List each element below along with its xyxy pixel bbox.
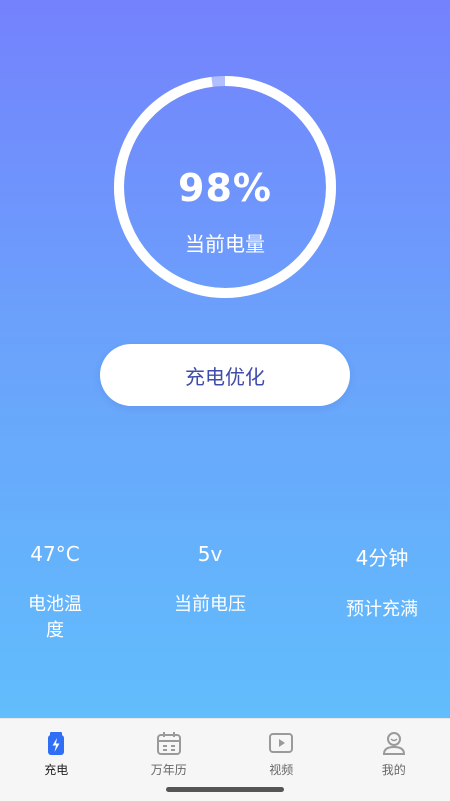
nav-item-label: 万年历 [151,761,187,778]
nav-item-label: 视频 [269,761,293,778]
play-video-icon [267,729,295,757]
charge-optimize-button[interactable]: 充电优化 [100,344,350,406]
stat-time-to-full-value: 4分钟 [336,542,428,571]
nav-item-charge[interactable]: 充电 [0,719,113,801]
stat-temperature-value: 47°C [20,542,90,566]
battery-charging-icon [42,729,70,757]
home-indicator [166,787,284,792]
nav-item-label: 充电 [44,761,68,778]
stat-voltage-label: 当前电压 [165,590,255,616]
stat-temperature-label: 电池温度 [20,590,90,642]
battery-percent-label: 当前电量 [112,228,338,257]
stat-voltage: 5v 当前电压 [165,542,255,616]
stat-voltage-value: 5v [165,542,255,566]
battery-percent: 98% [112,166,338,210]
stat-time-to-full: 4分钟 预计充满 [336,542,428,621]
calendar-icon [155,729,183,757]
nav-item-label: 我的 [382,761,406,778]
nav-item-mine[interactable]: 我的 [338,719,450,801]
stat-time-to-full-label: 预计充满 [336,595,428,621]
user-icon [380,729,408,757]
stat-temperature: 47°C 电池温度 [20,542,90,642]
battery-progress-ring: 98% 当前电量 [112,74,338,300]
